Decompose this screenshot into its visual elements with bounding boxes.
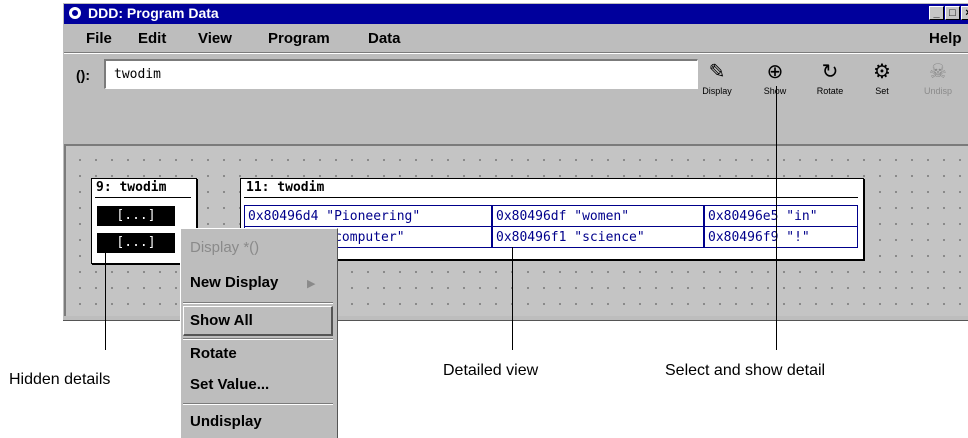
window-title: DDD: Program Data — [88, 5, 219, 21]
display-button[interactable]: ✎ Display — [692, 58, 742, 104]
menu-separator — [183, 302, 333, 304]
argument-input[interactable]: twodim — [104, 59, 698, 89]
menu-item-new-display[interactable]: New Display — [190, 274, 278, 291]
menu-help[interactable]: Help — [929, 30, 962, 47]
menu-view[interactable]: View — [198, 30, 232, 47]
menu-item-undisplay[interactable]: Undisplay — [190, 413, 262, 430]
show-button-label: Show — [763, 86, 787, 96]
menu-separator — [183, 338, 333, 340]
menu-edit[interactable]: Edit — [138, 30, 166, 47]
display-11-divider — [244, 197, 858, 198]
rotate-button[interactable]: ↻ Rotate — [805, 58, 855, 104]
set-button[interactable]: ⚙ Set — [857, 58, 907, 104]
display-11-title: 11: twodim — [246, 180, 325, 195]
array-cell[interactable]: 0x80496df "women" — [492, 205, 704, 227]
menu-data[interactable]: Data — [368, 30, 401, 47]
menu-file[interactable]: File — [86, 30, 112, 47]
argument-label: (): — [76, 67, 90, 83]
submenu-arrow-icon: ▶ — [307, 278, 316, 290]
magnifier-icon: ⊕ — [766, 61, 784, 83]
display-icon: ✎ — [708, 61, 726, 83]
hidden-value-cell[interactable]: [...] — [97, 206, 175, 226]
array-cell[interactable]: 0x80496f9 "!" — [704, 226, 858, 248]
set-icon: ⚙ — [873, 61, 891, 83]
array-cell[interactable]: 0x80496e5 "in" — [704, 205, 858, 227]
maximize-button[interactable]: □ — [945, 6, 960, 20]
ddd-app-icon — [69, 7, 81, 19]
minimize-button[interactable]: _ — [929, 6, 944, 20]
annotation-line-detailed — [512, 247, 513, 350]
rotate-button-label: Rotate — [816, 86, 844, 96]
menu-item-set-value[interactable]: Set Value... — [190, 376, 269, 393]
menu-program[interactable]: Program — [268, 30, 330, 47]
menu-item-display-deref[interactable]: Display *() — [190, 239, 259, 256]
rotate-icon: ↻ — [821, 61, 839, 83]
set-button-label: Set — [875, 86, 889, 96]
undisplay-button[interactable]: ☠ Undisp — [910, 58, 966, 104]
annotation-line-select — [776, 86, 777, 350]
menu-item-show-all[interactable]: Show All — [190, 312, 253, 329]
caption-detailed-view: Detailed view — [443, 362, 539, 379]
undisplay-icon: ☠ — [929, 61, 947, 83]
show-button[interactable]: ⊕ Show — [750, 58, 800, 104]
close-button[interactable]: × — [961, 6, 968, 20]
menu-item-rotate[interactable]: Rotate — [190, 345, 237, 362]
menubar-divider — [64, 52, 968, 54]
menu-separator — [183, 403, 333, 405]
hidden-value-cell[interactable]: [...] — [97, 233, 175, 253]
display-9-title: 9: twodim — [96, 180, 167, 195]
array-cell[interactable]: 0x80496d4 "Pioneering" — [244, 205, 492, 227]
caption-hidden-details: Hidden details — [9, 371, 111, 388]
annotation-line-hidden — [105, 250, 106, 350]
undisplay-button-label: Undisp — [923, 86, 952, 96]
array-cell[interactable]: 0x80496f1 "science" — [492, 226, 704, 248]
caption-select-show-detail: Select and show detail — [665, 362, 826, 379]
display-9-divider — [95, 197, 191, 198]
display-button-label: Display — [702, 86, 732, 96]
